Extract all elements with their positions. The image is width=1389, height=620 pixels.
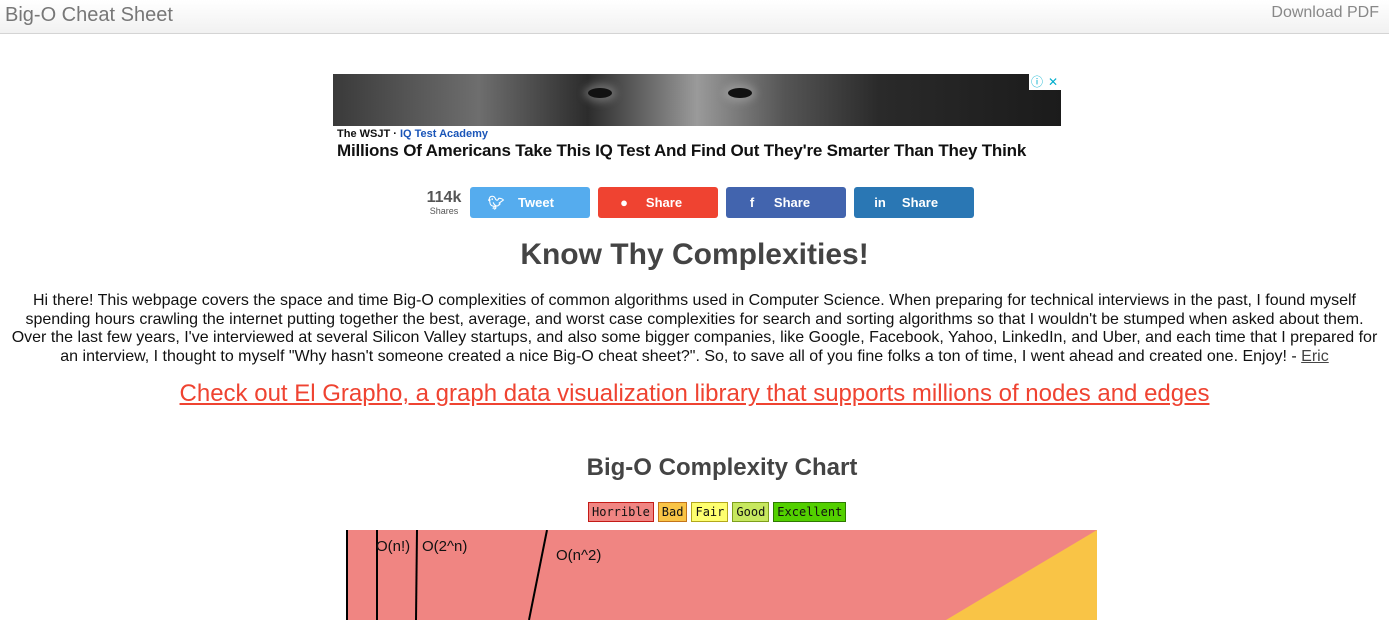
page-title: Know Thy Complexities! [520, 238, 869, 271]
label-quadratic: O(n^2) [556, 547, 601, 564]
linkedin-share-label: Share [901, 195, 939, 210]
facebook-share-label: Share [773, 195, 811, 210]
ad-source-name: The WSJT · [337, 128, 400, 140]
curve-exponential [415, 530, 418, 620]
info-icon[interactable]: ⓘ [1029, 74, 1045, 90]
legend-excellent: Excellent [773, 502, 847, 522]
legend-bad: Bad [657, 502, 688, 522]
ad-headline[interactable]: Millions Of Americans Take This IQ Test … [337, 141, 1061, 161]
tweet-button-label: Tweet [518, 195, 554, 210]
twitter-icon: 🐦︎ [487, 194, 505, 210]
ad-image-detail [588, 88, 612, 98]
author-link[interactable]: Eric [1301, 348, 1329, 365]
top-navbar: Big-O Cheat Sheet Download PDF [0, 0, 1389, 34]
legend-horrible: Horrible [588, 502, 654, 522]
complexity-chart: O(n!) O(2^n) O(n^2) [346, 530, 1097, 620]
legend-fair: Fair [691, 502, 729, 522]
chart-legend: Horrible Bad Fair Good Excellent [588, 502, 850, 522]
intro-text: Hi there! This webpage covers the space … [11, 292, 1378, 365]
share-count-number: 114k [426, 188, 462, 206]
share-count-label: Shares [429, 205, 459, 216]
reddit-share-label: Share [645, 195, 683, 210]
el-grapho-link[interactable]: Check out El Grapho, a graph data visual… [180, 380, 1210, 407]
close-icon[interactable]: ✕ [1045, 74, 1061, 90]
share-count: 114k Shares [420, 188, 468, 216]
reddit-share-button[interactable]: ● Share [598, 187, 718, 218]
legend-good: Good [732, 502, 770, 522]
ad-image[interactable]: ⓘ ✕ [333, 74, 1061, 126]
share-bar: 114k Shares 🐦︎ Tweet ● Share f Share in … [420, 187, 982, 218]
ad-image-detail [728, 88, 752, 98]
advertisement[interactable]: ⓘ ✕ The WSJT · IQ Test Academy Millions … [333, 74, 1061, 166]
facebook-share-button[interactable]: f Share [726, 187, 846, 218]
linkedin-share-button[interactable]: in Share [854, 187, 974, 218]
ad-publisher[interactable]: IQ Test Academy [400, 128, 488, 140]
intro-paragraph: Hi there! This webpage covers the space … [8, 292, 1381, 366]
facebook-icon: f [749, 195, 755, 210]
ad-source: The WSJT · IQ Test Academy [337, 128, 1061, 140]
label-factorial: O(n!) [376, 538, 410, 555]
chart-title: Big-O Complexity Chart [586, 454, 858, 481]
tweet-button[interactable]: 🐦︎ Tweet [470, 187, 590, 218]
label-exponential: O(2^n) [422, 538, 467, 555]
linkedin-icon: in [874, 195, 886, 210]
download-pdf-link[interactable]: Download PDF [1271, 4, 1379, 22]
promo: Check out El Grapho, a graph data visual… [0, 380, 1389, 408]
brand-link[interactable]: Big-O Cheat Sheet [5, 4, 173, 27]
reddit-icon: ● [620, 195, 628, 210]
